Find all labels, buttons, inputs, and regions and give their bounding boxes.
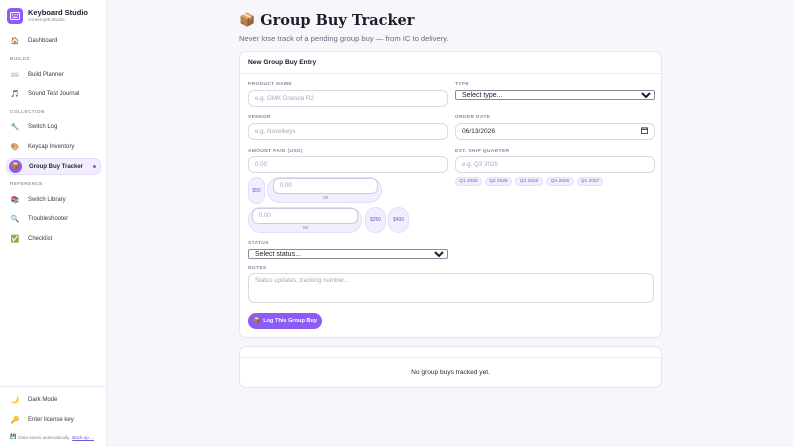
license-key-label: Enter license key (28, 417, 74, 423)
brand-name: Keyboard Studio (28, 8, 89, 17)
product-name-label: PRODUCT NAME (248, 82, 292, 87)
calendar-icon[interactable] (641, 127, 648, 136)
quarter-chip[interactable]: Q2 2026 (485, 177, 512, 186)
order-date-input[interactable]: 06/13/2026 (455, 123, 655, 140)
sidebar-item-label: Group Buy Tracker (29, 163, 84, 170)
sidebar-item-troubleshooter[interactable]: 🔍 Troubleshooter (7, 212, 100, 226)
custom-amount-input[interactable]: 0.00 (252, 208, 358, 224)
magnifier-icon: 🔍 (10, 215, 20, 223)
house-icon: 🏠 (10, 37, 20, 45)
status-label: STATUS (248, 241, 269, 246)
type-label: TYPE (455, 82, 470, 87)
custom-amount-input[interactable]: 0.00 (273, 178, 378, 194)
status-select[interactable]: Select status... (248, 249, 448, 259)
sidebar-item-sound-test-journal[interactable]: 🎵 Sound Test Journal (7, 87, 100, 101)
log-group-buy-label: Log This Group Buy (263, 318, 317, 324)
quarter-chip[interactable]: Q4 2026 (546, 177, 574, 186)
page-subtitle: Never lose track of a pending group buy … (239, 34, 449, 43)
backup-link[interactable]: Back up ... (72, 435, 94, 440)
sidebar-item-label: Dashboard (28, 38, 58, 44)
group-buy-list: No group buys tracked yet. (239, 346, 662, 388)
type-select[interactable]: Select type... (455, 90, 655, 100)
sidebar-item-label: Keycap Inventory (28, 144, 75, 150)
enter-license-key-button[interactable]: 🔑 Enter license key (7, 413, 100, 427)
quarter-chip[interactable]: Q3 2026 (515, 177, 543, 186)
package-icon: 📦 (9, 160, 22, 173)
music-note-icon: 🎵 (10, 90, 20, 98)
ship-quarter-label: EST. SHIP QUARTER (455, 149, 510, 154)
sidebar-item-label: Build Planner (28, 72, 64, 78)
brand-domain: contempt8.studio (28, 18, 65, 23)
page-title-text: Group Buy Tracker (260, 12, 415, 29)
sidebar-item-keycap-inventory[interactable]: 🎨 Keycap Inventory (7, 140, 100, 154)
order-date-label: ORDER DATE (455, 115, 491, 120)
quarter-chip[interactable]: Q1 2026 (455, 177, 482, 186)
amount-input[interactable] (248, 156, 448, 173)
quick-amount-button[interactable]: $250 (365, 207, 386, 233)
dark-mode-label: Dark Mode (28, 397, 58, 403)
dark-mode-toggle[interactable]: 🌙 Dark Mode (7, 393, 100, 407)
sidebar: Keyboard Studio contempt8.studio 🏠 Dashb… (0, 0, 107, 447)
card-title: New Group Buy Entry (240, 52, 661, 74)
active-indicator (93, 165, 96, 168)
quarter-chip[interactable]: Q1 2027 (577, 177, 603, 186)
check-box-icon: ✅ (10, 235, 20, 243)
sidebar-item-dashboard[interactable]: 🏠 Dashboard (7, 34, 100, 48)
custom-amount-value: 00 (323, 196, 329, 201)
vendor-input[interactable] (248, 123, 448, 140)
sidebar-item-group-buy-tracker[interactable]: 📦 Group Buy Tracker (6, 158, 101, 175)
section-label-builds: BUILDS (10, 56, 31, 61)
log-group-buy-button[interactable]: 📦 Log This Group Buy (248, 313, 322, 329)
vendor-label: VENDOR (248, 115, 271, 120)
key-icon: 🔑 (10, 416, 20, 424)
sidebar-item-label: Sound Test Journal (28, 91, 80, 97)
notes-label: NOTES (248, 266, 267, 271)
palette-icon: 🎨 (10, 143, 20, 151)
moon-icon: 🌙 (10, 396, 20, 404)
ship-quarter-input[interactable] (455, 156, 655, 173)
custom-amount-value: 50 (303, 226, 309, 231)
sidebar-item-label: Switch Library (28, 197, 66, 203)
sidebar-item-switch-library[interactable]: 📚 Switch Library (7, 193, 100, 207)
product-name-input[interactable] (248, 90, 448, 107)
quick-amount-button[interactable]: $50 (248, 177, 265, 204)
keyboard-logo-icon (7, 8, 23, 24)
sidebar-item-label: Switch Log (28, 124, 58, 130)
notes-textarea[interactable] (248, 273, 654, 303)
sidebar-item-label: Checklist (28, 236, 53, 242)
sidebar-item-switch-log[interactable]: 🔧 Switch Log (7, 120, 100, 134)
save-icon: 💾 (10, 434, 17, 440)
sidebar-item-checklist[interactable]: ✅ Checklist (7, 232, 100, 246)
sidebar-item-build-planner[interactable]: ⌨️ Build Planner (7, 68, 100, 82)
empty-state-text: No group buys tracked yet. (411, 369, 490, 376)
package-icon: 📦 (239, 13, 256, 28)
autosave-text: Data saves automatically. (18, 434, 71, 440)
quick-amount-button[interactable]: $400 (388, 207, 409, 233)
brand[interactable]: Keyboard Studio contempt8.studio (7, 8, 88, 24)
books-icon: 📚 (10, 196, 20, 204)
section-label-collection: COLLECTION (10, 109, 45, 114)
wrench-icon: 🔧 (10, 123, 20, 131)
list-header (240, 347, 661, 358)
package-icon: 📦 (253, 318, 261, 324)
page-title: 📦 Group Buy Tracker (239, 12, 414, 29)
new-entry-card: New Group Buy Entry PRODUCT NAME TYPE Se… (239, 51, 662, 338)
sidebar-divider (0, 386, 107, 387)
section-label-reference: REFERENCE (10, 181, 43, 186)
order-date-value: 06/13/2026 (462, 128, 496, 135)
autosave-note: 💾 Data saves automatically. Back up ... (10, 434, 94, 440)
amount-label: AMOUNT PAID (USD) (248, 149, 303, 154)
sidebar-item-label: Troubleshooter (28, 216, 69, 222)
keyboard-icon: ⌨️ (10, 71, 20, 79)
